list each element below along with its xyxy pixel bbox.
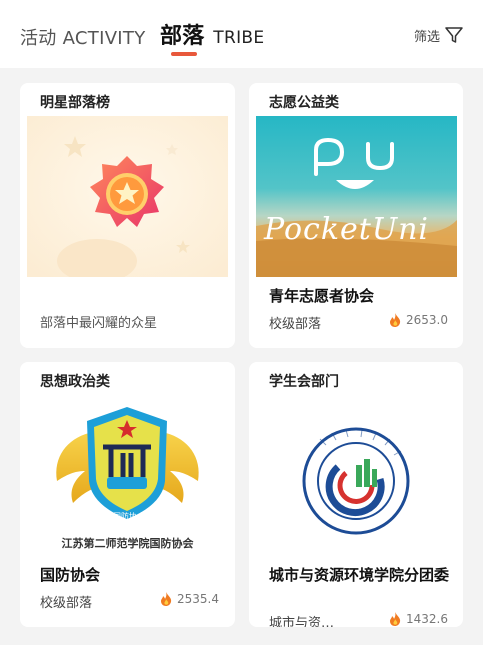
card-volunteer-association[interactable]: 志愿公益类 PocketUni 青年志愿者协会 校级部落 2653.0 [249, 83, 463, 348]
card-category: 思想政治类 [40, 374, 110, 390]
flame-icon [161, 592, 172, 606]
card-category: 学生会部门 [269, 374, 339, 390]
college-seal-logo [256, 395, 457, 556]
filter-label[interactable]: 筛选 [414, 26, 440, 45]
card-urban-resource-college[interactable]: 学生会部门 城市与资源环境学院分团委 城市与资… 1432.6 [249, 362, 463, 627]
card-national-defense-association[interactable]: 思想政治类 国防协会 江苏第二师范学院国防协会 国防协会 校级部落 2535.4 [20, 362, 235, 627]
pocketuni-logo-text: PocketUni [264, 212, 430, 247]
card-star-tribes[interactable]: 明星部落榜 部落中最闪耀的众星 [20, 83, 235, 348]
flame-icon [390, 612, 401, 626]
defense-association-logo: 国防协会 江苏第二师范学院国防协会 [27, 395, 228, 556]
tab-tribe-cn: 部落 [160, 24, 205, 49]
logo-caption: 江苏第二师范学院国防协会 [61, 537, 194, 550]
top-nav: 活动 ACTIVITY 部落 TRIBE 筛选 [0, 0, 483, 68]
pocketuni-cover-image: PocketUni [256, 116, 457, 277]
star-badge-image [27, 116, 228, 277]
heat-value: 2535.4 [177, 592, 219, 606]
filter-icon[interactable] [444, 25, 464, 45]
flame-icon [390, 313, 401, 327]
heat-value: 2653.0 [406, 313, 448, 327]
tab-tribe-en: TRIBE [213, 28, 265, 48]
active-tab-indicator [171, 52, 197, 56]
card-subtitle: 城市与资… [269, 616, 335, 627]
card-subtitle: 校级部落 [269, 317, 322, 332]
card-title: 城市与资源环境学院分团委 [269, 566, 450, 584]
card-category: 志愿公益类 [269, 95, 339, 111]
heat-value: 1432.6 [406, 612, 448, 626]
card-subtitle: 部落中最闪耀的众星 [40, 316, 158, 331]
card-title: 国防协会 [40, 566, 101, 584]
card-category: 明星部落榜 [40, 95, 110, 111]
logo-badge-text: 国防协会 [113, 512, 145, 521]
tab-tribe[interactable]: 部落 TRIBE [160, 18, 264, 50]
tab-activity[interactable]: 活动 ACTIVITY [20, 24, 146, 50]
card-title: 青年志愿者协会 [269, 287, 375, 305]
card-subtitle: 校级部落 [40, 596, 93, 611]
